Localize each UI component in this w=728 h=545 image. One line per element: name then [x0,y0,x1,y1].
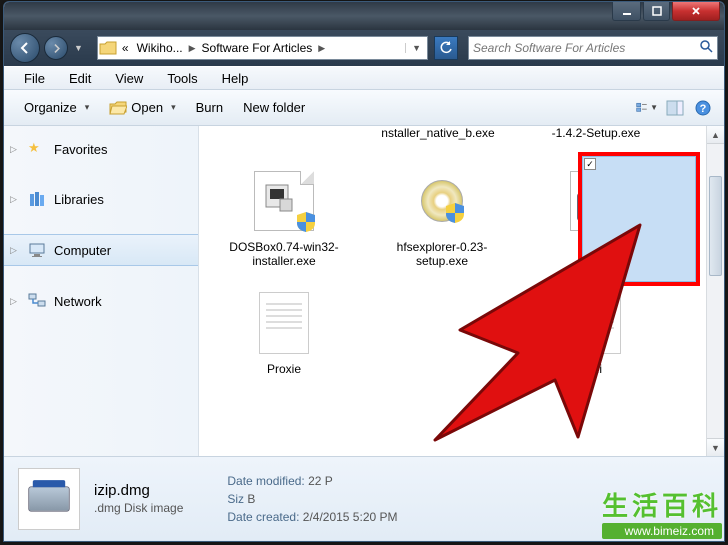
file-label: ini [525,362,667,376]
address-bar[interactable]: « Wikiho... ▶ Software For Articles ▶ ▼ [97,36,428,60]
menu-view[interactable]: View [103,69,155,88]
menu-edit[interactable]: Edit [57,69,103,88]
breadcrumb-arrow-icon[interactable]: ▶ [316,43,327,54]
breadcrumb-seg-2[interactable]: Software For Articles [198,41,317,55]
sidebar-label: Favorites [54,142,107,157]
details-filename: izip.dmg [94,482,183,499]
preview-pane-button[interactable] [664,97,686,119]
installer-icon [407,166,477,236]
sidebar-favorites[interactable]: ▷ ★ Favorites [4,134,198,164]
scroll-down-button[interactable]: ▼ [707,438,724,456]
view-options-button[interactable]: ▼ [636,97,658,119]
file-label: izip.dmg [529,240,671,254]
chevron-icon: ▷ [10,245,17,256]
vertical-scrollbar[interactable]: ▲ ▼ [706,126,724,456]
folder-open-icon [109,101,127,115]
menu-file[interactable]: File [12,69,57,88]
titlebar [4,2,724,30]
svg-text:?: ? [700,103,707,115]
details-size-label: Siz [227,492,244,506]
star-icon: ★ [28,140,46,158]
file-item[interactable]: nstaller_native_b.exe [363,126,513,152]
body-area: ▷ ★ Favorites ▷ Libraries ▷ Computer ▷ Networ… [4,126,724,456]
scroll-up-button[interactable]: ▲ [707,126,724,144]
details-filetype: .dmg Disk image [94,501,183,515]
file-label: nstaller_native_b.exe [367,126,509,140]
folder-icon [98,41,118,55]
breadcrumb-chevrons[interactable]: « [118,41,133,55]
file-item[interactable]: Proxie [209,282,359,382]
details-created-value: 2/4/2015 5:20 PM [303,510,398,524]
file-label: -1.4.2-Setup.exe [525,126,667,140]
chevron-icon: ▷ [10,144,17,155]
file-item[interactable]: ini [521,282,671,382]
file-item[interactable]: -1.4.2-Setup.exe [521,126,671,152]
open-label: Open [131,100,163,115]
address-dropdown-icon[interactable]: ▼ [405,43,427,53]
network-icon [28,292,46,310]
minimize-button[interactable] [612,2,641,21]
navigation-pane: ▷ ★ Favorites ▷ Libraries ▷ Computer ▷ Networ… [4,126,199,456]
new-folder-button[interactable]: New folder [233,96,315,119]
breadcrumb-seg-1[interactable]: Wikiho... [133,41,187,55]
libraries-icon [28,190,46,208]
maximize-button[interactable] [643,2,670,21]
close-button[interactable] [672,2,720,21]
details-modified-label: Date modified: [227,474,304,488]
scroll-thumb[interactable] [709,176,722,276]
text-file-icon [249,288,319,358]
command-bar: Organize Open Burn New folder ▼ ? [4,90,724,126]
sidebar-network[interactable]: ▷ Network [4,286,198,316]
chevron-icon: ▷ [10,296,17,307]
search-icon [699,39,713,58]
chevron-icon: ▷ [10,194,17,205]
history-dropdown[interactable]: ▼ [72,41,85,55]
breadcrumb-arrow-icon[interactable]: ▶ [187,43,198,54]
menu-tools[interactable]: Tools [155,69,209,88]
menu-help[interactable]: Help [210,69,261,88]
file-item[interactable]: hfsexplorer-0.23-setup.exe [367,160,517,274]
details-created-label: Date created: [227,510,299,524]
search-box[interactable] [468,36,718,60]
file-label: hfsexplorer-0.23-setup.exe [371,240,513,268]
forward-button[interactable] [44,36,68,60]
details-thumbnail [18,468,80,530]
help-button[interactable]: ? [692,97,714,119]
config-file-icon [561,288,631,358]
search-input[interactable] [473,41,699,55]
file-item-selected[interactable]: izip.dmg [525,160,675,274]
dmg-icon [565,166,635,236]
navigation-bar: ▼ « Wikiho... ▶ Software For Articles ▶ … [4,30,724,66]
computer-icon [28,241,46,259]
burn-button[interactable]: Burn [186,96,233,119]
organize-button[interactable]: Organize [14,96,99,119]
open-button[interactable]: Open [99,96,185,119]
sidebar-label: Network [54,294,102,309]
back-button[interactable] [10,33,40,63]
file-label: Proxie [213,362,355,376]
menu-bar: File Edit View Tools Help [4,66,724,90]
refresh-button[interactable] [434,36,458,60]
file-item[interactable]: DOSBox0.74-win32-installer.exe [209,160,359,274]
file-label: DOSBox0.74-win32-installer.exe [213,240,355,268]
sidebar-label: Libraries [54,192,104,207]
file-list-pane: nstaller_native_b.exe -1.4.2-Setup.exe D… [199,126,724,456]
explorer-window: ▼ « Wikiho... ▶ Software For Articles ▶ … [3,1,725,542]
sidebar-label: Computer [54,243,111,258]
installer-icon [249,166,319,236]
details-modified-value: 22 P [308,474,333,488]
sidebar-computer[interactable]: ▷ Computer [4,234,198,266]
details-pane: izip.dmg .dmg Disk image Date modified: … [4,456,724,540]
sidebar-libraries[interactable]: ▷ Libraries [4,184,198,214]
details-size-value: B [247,492,255,506]
